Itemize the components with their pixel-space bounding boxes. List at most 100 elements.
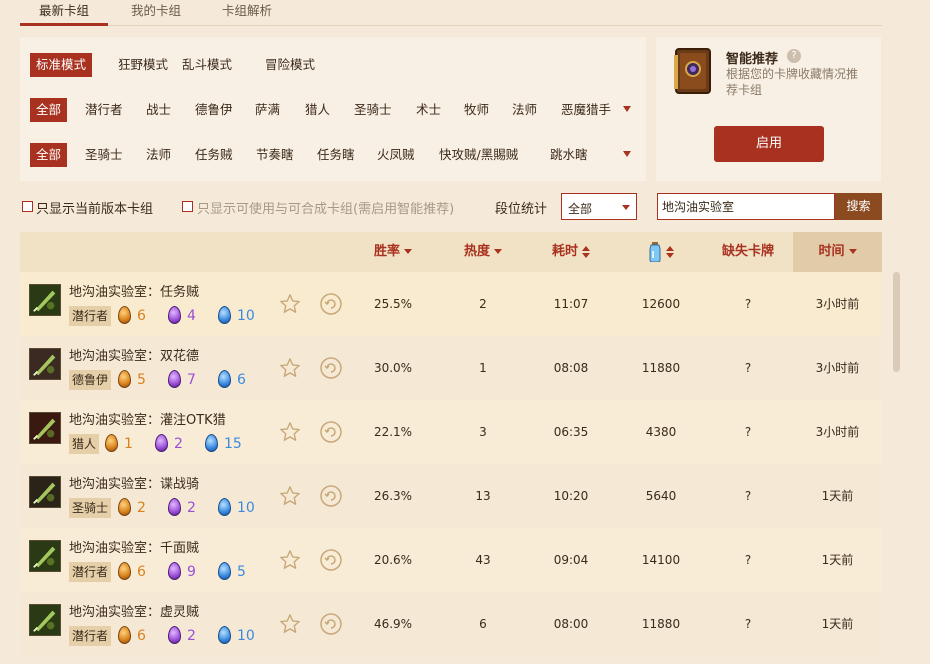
hero-icon (33, 354, 56, 376)
archetype-tempo-dh[interactable]: 节奏瞎 (250, 143, 300, 167)
favorite-star-icon[interactable] (279, 549, 301, 571)
class-all[interactable]: 全部 (30, 98, 68, 122)
tab-latest-decks[interactable]: 最新卡组 (39, 0, 89, 19)
epic-count: 2 (187, 500, 196, 516)
epic-gem-icon (168, 370, 181, 388)
missing-cards-value: ? (744, 297, 752, 311)
table-row[interactable]: 地沟油实验室：千面贼 潜行者 6 9 5 20.6% 43 09:04 1410… (20, 528, 882, 592)
favorite-star-icon[interactable] (279, 421, 301, 443)
class-warlock[interactable]: 术士 (410, 98, 447, 122)
copy-deck-icon[interactable] (319, 420, 343, 444)
rank-select[interactable]: 全部 (561, 193, 637, 220)
enable-button[interactable]: 启用 (714, 126, 824, 162)
favorite-star-icon[interactable] (279, 613, 301, 635)
class-paladin[interactable]: 圣骑士 (348, 98, 398, 122)
col-dust[interactable] (621, 232, 701, 272)
time-value: 1天前 (821, 489, 854, 503)
table-row[interactable]: 地沟油实验室：灌注OTK猎 猎人 1 2 15 22.1% 3 06:35 43… (20, 400, 882, 464)
deck-name[interactable]: 地沟油实验室：虚灵贼 (69, 601, 199, 620)
tab-deck-analysis[interactable]: 卡组解析 (222, 0, 272, 19)
filter-panel: 标准模式 狂野模式 乱斗模式 冒险模式 全部 潜行者 战士 德鲁伊 萨满 猎人 … (20, 37, 646, 181)
copy-deck-icon[interactable] (319, 548, 343, 572)
class-priest[interactable]: 牧师 (458, 98, 495, 122)
deck-name[interactable]: 地沟油实验室：双花德 (69, 345, 199, 364)
dust-value: 11880 (641, 617, 681, 631)
copy-deck-icon[interactable] (319, 292, 343, 316)
table-row[interactable]: 地沟油实验室：任务贼 潜行者 6 4 10 25.5% 2 11:07 1260… (20, 272, 882, 336)
tab-my-decks[interactable]: 我的卡组 (131, 0, 181, 19)
dust-value: 11880 (641, 361, 681, 375)
class-druid[interactable]: 德鲁伊 (189, 98, 239, 122)
winrate-value: 46.9% (373, 617, 413, 631)
search-button[interactable]: 搜索 (835, 193, 882, 220)
copy-deck-icon[interactable] (319, 612, 343, 636)
rank-label: 段位统计 (495, 202, 548, 217)
archetype-more-chevron-icon[interactable] (623, 151, 631, 157)
duration-value: 10:20 (553, 489, 589, 503)
smart-recommend-panel: 智能推荐 ? 根据您的卡牌收藏情况推荐卡组 启用 (656, 37, 881, 181)
current-version-checkbox[interactable] (22, 201, 33, 212)
missing-cards-value: ? (744, 553, 752, 567)
deck-name[interactable]: 地沟油实验室：灌注OTK猎 (69, 409, 226, 428)
class-mage[interactable]: 法师 (506, 98, 543, 122)
sort-both-icon (582, 245, 590, 258)
epic-gem-icon (155, 434, 168, 452)
hero-portrait (29, 540, 61, 572)
favorite-star-icon[interactable] (279, 293, 301, 315)
mode-standard[interactable]: 标准模式 (30, 53, 93, 77)
dust-value: 4380 (645, 425, 677, 439)
deck-name[interactable]: 地沟油实验室：任务贼 (69, 281, 199, 300)
col-duration[interactable]: 耗时 (531, 232, 611, 272)
chevron-down-icon (622, 205, 630, 210)
hero-icon (33, 290, 56, 312)
rare-count: 10 (237, 628, 255, 644)
class-warrior[interactable]: 战士 (140, 98, 177, 122)
winrate-value: 30.0% (373, 361, 413, 375)
copy-deck-icon[interactable] (319, 356, 343, 380)
craftable-checkbox[interactable] (182, 201, 193, 212)
class-rogue[interactable]: 潜行者 (79, 98, 129, 122)
popularity-value: 2 (479, 297, 487, 311)
col-time[interactable]: 时间 (793, 232, 882, 272)
deck-name[interactable]: 地沟油实验室：谍战骑 (69, 473, 199, 492)
archetype-quest-dh[interactable]: 任务瞎 (311, 143, 361, 167)
copy-deck-icon[interactable] (319, 484, 343, 508)
mode-wild[interactable]: 狂野模式 (112, 53, 174, 77)
epic-gem-icon (168, 306, 181, 324)
duration-value: 08:08 (553, 361, 589, 375)
table-row[interactable]: 地沟油实验室：虚灵贼 潜行者 6 2 10 46.9% 6 08:00 1188… (20, 592, 882, 656)
legendary-gem-icon (118, 562, 131, 580)
archetype-mage[interactable]: 法师 (140, 143, 177, 167)
rare-count: 5 (237, 564, 246, 580)
col-popularity[interactable]: 热度 (443, 232, 523, 272)
class-hunter[interactable]: 猎人 (299, 98, 336, 122)
time-value: 1天前 (821, 617, 854, 631)
col-winrate[interactable]: 胜率 (353, 232, 433, 272)
deck-name[interactable]: 地沟油实验室：千面贼 (69, 537, 199, 556)
help-icon[interactable]: ? (787, 49, 801, 63)
search-input[interactable] (657, 193, 835, 220)
dust-value: 12600 (641, 297, 681, 311)
legendary-count: 5 (137, 372, 146, 388)
favorite-star-icon[interactable] (279, 485, 301, 507)
rare-gem-icon (218, 370, 231, 388)
hero-portrait (29, 604, 61, 636)
class-more-chevron-icon[interactable] (623, 106, 631, 112)
archetype-quest-rogue[interactable]: 任务贼 (189, 143, 239, 167)
mode-brawl[interactable]: 乱斗模式 (176, 53, 238, 77)
scrollbar[interactable] (893, 272, 900, 372)
winrate-value: 25.5% (373, 297, 413, 311)
archetype-phoenix-rogue[interactable]: 火凤贼 (371, 143, 421, 167)
class-demon-hunter[interactable]: 恶魔猎手 (555, 98, 617, 122)
mode-adventure[interactable]: 冒险模式 (259, 53, 321, 77)
archetype-aggro-rogue[interactable]: 快攻贼/黑賜贼 (433, 143, 524, 167)
archetype-paladin[interactable]: 圣骑士 (79, 143, 129, 167)
archetype-all[interactable]: 全部 (30, 143, 68, 167)
class-shaman[interactable]: 萨满 (249, 98, 286, 122)
favorite-star-icon[interactable] (279, 357, 301, 379)
table-row[interactable]: 地沟油实验室：双花德 德鲁伊 5 7 6 30.0% 1 08:08 11880… (20, 336, 882, 400)
card-book-icon (674, 48, 711, 94)
table-row[interactable]: 地沟油实验室：谍战骑 圣骑士 2 2 10 26.3% 13 10:20 564… (20, 464, 882, 528)
col-time-label: 时间 (818, 244, 845, 259)
archetype-dive-dh[interactable]: 跳水瞎 (544, 143, 594, 167)
